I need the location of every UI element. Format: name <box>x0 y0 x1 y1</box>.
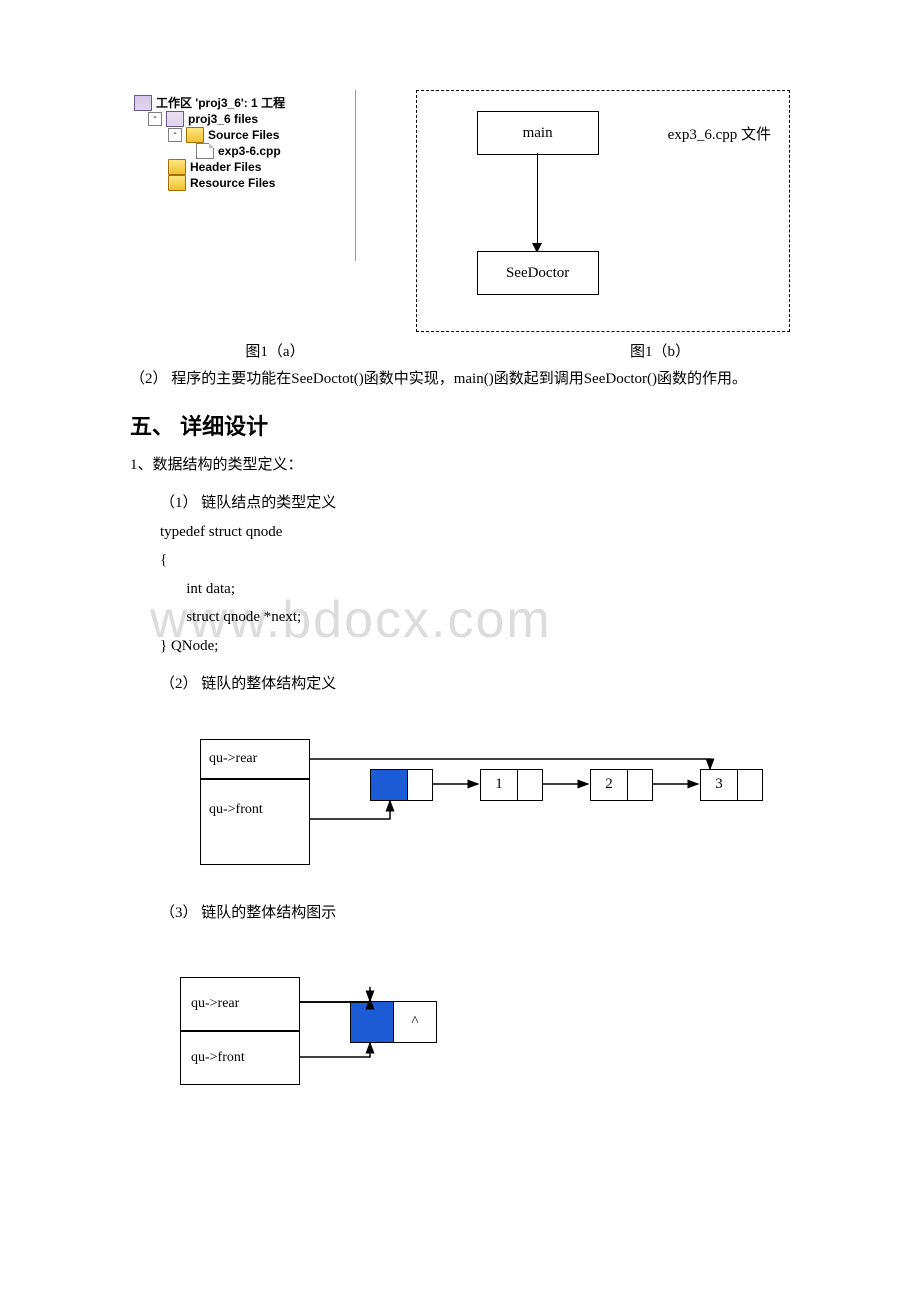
empty-list-arrows <box>180 947 530 1127</box>
folder-open-icon <box>186 127 204 143</box>
tree-file-row[interactable]: exp3-6.cpp <box>134 143 351 159</box>
seedoctor-box: SeeDoctor <box>477 251 599 295</box>
ide-tree-panel: 工作区 'proj3_6': 1 工程 - proj3_6 files - So… <box>130 90 356 261</box>
sub-3: （3） 链队的整体结构图示 <box>130 899 790 928</box>
caption-1a: 图1（a） <box>130 340 390 361</box>
linked-list-diagram: qu->rear qu->front 1 2 3 <box>200 719 790 869</box>
tree-project-row[interactable]: - proj3_6 files <box>134 111 351 127</box>
sub-2: （2） 链队的整体结构定义 <box>130 670 790 699</box>
code-line: typedef struct qnode <box>160 518 790 547</box>
tree-header-folder-row[interactable]: Header Files <box>134 159 351 175</box>
cpp-file-icon <box>196 143 214 159</box>
empty-linked-list-diagram: qu->rear qu->front ^ <box>180 947 790 1107</box>
workspace-label: 工作区 'proj3_6': 1 工程 <box>156 94 285 111</box>
header-folder-label: Header Files <box>190 160 261 174</box>
tree-workspace-row[interactable]: 工作区 'proj3_6': 1 工程 <box>134 94 351 111</box>
source-folder-label: Source Files <box>208 128 279 142</box>
main-box: main <box>477 111 599 155</box>
caption-1b: 图1（b） <box>390 340 790 361</box>
bullet-1: 1、数据结构的类型定义： <box>130 451 790 480</box>
collapse-toggle[interactable]: - <box>168 128 182 142</box>
tree-source-folder-row[interactable]: - Source Files <box>134 127 351 143</box>
main-box-label: main <box>523 125 553 142</box>
collapse-toggle[interactable]: - <box>148 112 162 126</box>
diagram-connector <box>537 153 538 251</box>
code-line: struct qnode *next; <box>160 603 790 632</box>
folder-icon <box>168 159 186 175</box>
seedoctor-box-label: SeeDoctor <box>506 265 569 282</box>
resource-folder-label: Resource Files <box>190 176 275 190</box>
code-line: } QNode; <box>160 632 790 661</box>
section-5-heading: 五、 详细设计 <box>130 409 790 441</box>
project-icon <box>166 111 184 127</box>
sub-1: （1） 链队结点的类型定义 <box>130 489 790 518</box>
project-label: proj3_6 files <box>188 112 258 126</box>
workspace-icon <box>134 95 152 111</box>
linked-list-arrows <box>200 719 800 879</box>
code-block: typedef struct qnode { int data; struct … <box>130 518 790 661</box>
code-line: int data; <box>160 575 790 604</box>
diagram-file-label: exp3_6.cpp 文件 <box>668 123 771 144</box>
paragraph-2: （2） 程序的主要功能在SeeDoctot()函数中实现，main()函数起到调… <box>130 367 790 393</box>
folder-icon <box>168 175 186 191</box>
call-diagram: main SeeDoctor exp3_6.cpp 文件 <box>416 90 790 332</box>
source-file-label: exp3-6.cpp <box>218 144 281 158</box>
figure-caption-row: 图1（a） 图1（b） <box>130 340 790 361</box>
tree-resource-folder-row[interactable]: Resource Files <box>134 175 351 191</box>
code-line: { <box>160 546 790 575</box>
